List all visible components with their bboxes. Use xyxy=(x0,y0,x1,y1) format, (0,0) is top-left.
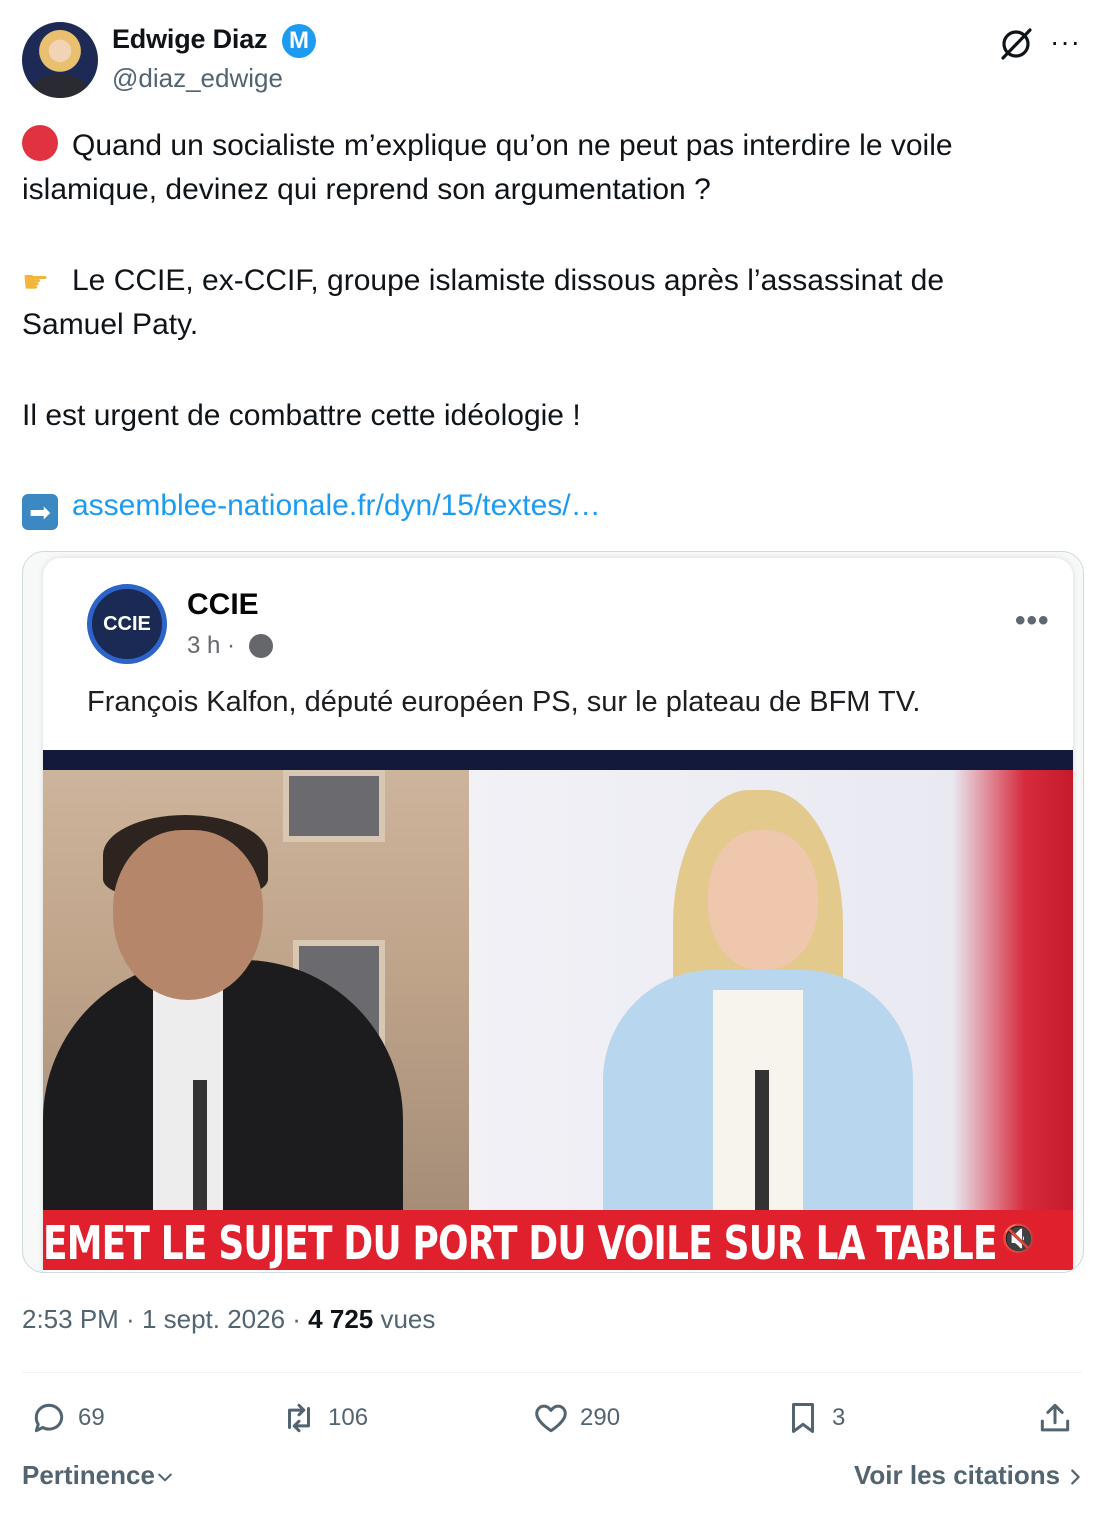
share-icon xyxy=(1040,1403,1070,1432)
verified-badge-icon: M xyxy=(282,24,316,58)
view-count: 4 725 xyxy=(308,1304,374,1334)
ticker-text: EMET LE SUJET DU PORT DU VOILE SUR LA TA… xyxy=(43,1216,997,1270)
ccie-logo: CCIE xyxy=(87,584,167,664)
news-ticker: EMET LE SUJET DU PORT DU VOILE SUR LA TA… xyxy=(43,1210,1073,1270)
chevron-right-icon xyxy=(1071,1469,1080,1485)
post-caption: François Kalfon, député européen PS, sur… xyxy=(87,686,921,718)
grok-icon[interactable] xyxy=(996,24,1036,64)
sort-dropdown[interactable]: Pertinence xyxy=(22,1460,175,1491)
tweet-time[interactable]: 2:53 PM xyxy=(22,1304,119,1334)
pointing-hand-icon: ☛ xyxy=(22,266,49,299)
repost-icon xyxy=(287,1403,311,1433)
tweet-text-line: islamique, devinez qui reprend son argum… xyxy=(22,173,711,206)
chevron-down-icon xyxy=(158,1473,172,1482)
video-player[interactable]: EMET LE SUJET DU PORT DU VOILE SUR LA TA… xyxy=(43,750,1073,1270)
bookmark-button[interactable]: 3 xyxy=(784,1396,845,1440)
arrow-right-icon: ➡ xyxy=(22,494,58,530)
tweet-link-line: ➡ assemblee-nationale.fr/dyn/15/textes/… xyxy=(22,484,601,530)
post-time: 3 h · xyxy=(187,632,236,659)
reply-icon xyxy=(34,1403,64,1433)
tweet-link[interactable]: assemblee-nationale.fr/dyn/15/textes/… xyxy=(72,489,601,522)
media-card[interactable]: CCIE CCIE 3 h · ••• François Kalfon, dép… xyxy=(22,551,1084,1273)
tweet-text-line: Quand un socialiste m’explique qu’on ne … xyxy=(22,124,953,168)
reply-count: 69 xyxy=(78,1404,105,1431)
page-name: CCIE xyxy=(187,588,259,621)
like-button[interactable]: 290 xyxy=(532,1396,620,1440)
author-name[interactable]: Edwige Diaz xyxy=(112,24,268,55)
share-button[interactable] xyxy=(1036,1396,1084,1440)
video-top-bar xyxy=(43,750,1073,770)
bookmark-icon xyxy=(791,1403,815,1433)
tweet-text-line: Samuel Paty. xyxy=(22,308,199,341)
post-more-icon: ••• xyxy=(1015,604,1050,637)
divider xyxy=(22,1372,1082,1373)
heart-icon xyxy=(535,1404,567,1433)
repost-count: 106 xyxy=(328,1404,369,1431)
author-avatar[interactable] xyxy=(22,22,98,98)
mute-icon[interactable]: 🔇 xyxy=(1001,1222,1041,1258)
globe-icon xyxy=(249,634,273,658)
bookmark-count: 3 xyxy=(832,1404,846,1431)
tweet-date[interactable]: 1 sept. 2026 xyxy=(142,1304,285,1334)
more-options-icon[interactable]: ··· xyxy=(1050,26,1081,58)
view-quotes-link[interactable]: Voir les citations xyxy=(854,1460,1086,1491)
tweet-text-line: Il est urgent de combattre cette idéolog… xyxy=(22,399,581,432)
left-video-panel xyxy=(43,770,469,1230)
tweet-meta: 2:53 PM · 1 sept. 2026 · 4 725 vues xyxy=(22,1304,436,1334)
reply-button[interactable]: 69 xyxy=(30,1396,105,1440)
red-circle-icon xyxy=(22,125,58,161)
repost-button[interactable]: 106 xyxy=(280,1396,368,1440)
author-handle[interactable]: @diaz_edwige xyxy=(112,63,283,94)
tweet-text-line: ☛ Le CCIE, ex-CCIF, groupe islamiste diss… xyxy=(22,259,944,305)
like-count: 290 xyxy=(580,1404,621,1431)
